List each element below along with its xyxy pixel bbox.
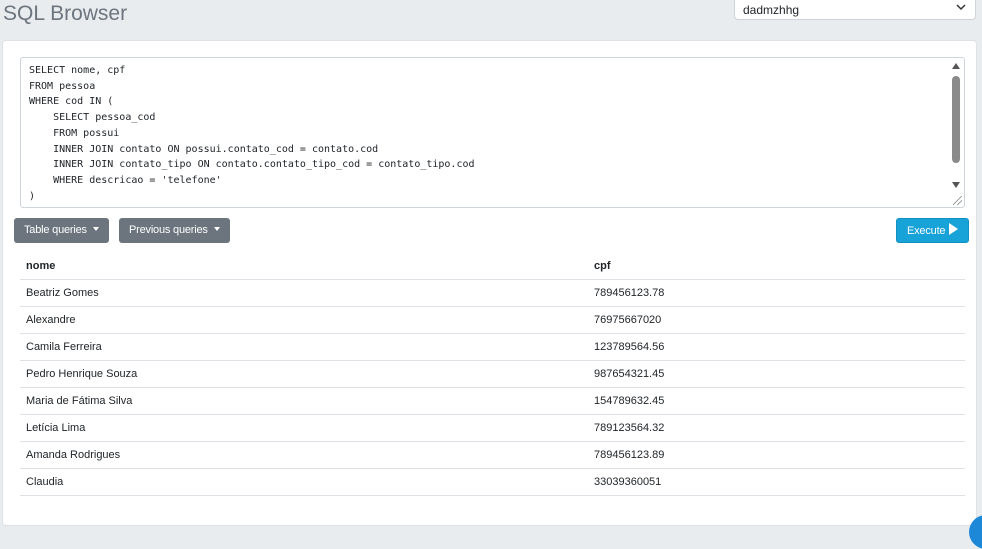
table-header-row: nome cpf	[20, 253, 965, 280]
scroll-up-icon[interactable]	[952, 63, 960, 69]
execute-button[interactable]: Execute	[896, 218, 970, 243]
table-row: Beatriz Gomes 789456123.78	[20, 279, 965, 307]
caret-down-icon	[92, 227, 99, 231]
cell-cpf: 789456123.89	[588, 441, 965, 469]
page-title: SQL Browser	[3, 2, 128, 25]
cell-cpf: 76975667020	[588, 306, 965, 334]
cell-nome: Alexandre	[20, 306, 588, 334]
table-row: Amanda Rodrigues 789456123.89	[20, 441, 965, 469]
sql-query-text[interactable]: SELECT nome, cpf FROM pessoa WHERE cod I…	[21, 58, 964, 204]
table-queries-label: Table queries	[24, 224, 87, 236]
main-card: SELECT nome, cpf FROM pessoa WHERE cod I…	[2, 40, 977, 526]
cell-cpf: 123789564.56	[588, 333, 965, 361]
database-select-value: dadmzhhg	[743, 3, 800, 17]
cell-nome: Camila Ferreira	[20, 333, 588, 361]
table-row: Maria de Fátima Silva 154789632.45	[20, 387, 965, 415]
column-header-cpf: cpf	[588, 253, 965, 280]
cell-nome: Amanda Rodrigues	[20, 441, 588, 469]
previous-queries-button[interactable]: Previous queries	[119, 218, 230, 243]
column-header-nome: nome	[20, 253, 588, 280]
cell-nome: Letícia Lima	[20, 414, 588, 442]
table-queries-button[interactable]: Table queries	[14, 218, 109, 243]
play-icon	[949, 223, 959, 235]
table-row: Pedro Henrique Souza 987654321.45	[20, 360, 965, 388]
cell-cpf: 789123564.32	[588, 414, 965, 442]
execute-label: Execute	[907, 225, 946, 237]
cell-nome: Beatriz Gomes	[20, 279, 588, 307]
cell-cpf: 154789632.45	[588, 387, 965, 415]
caret-down-icon	[213, 227, 220, 231]
cell-nome: Maria de Fátima Silva	[20, 387, 588, 415]
cell-nome: Claudia	[20, 468, 588, 496]
cell-cpf: 33039360051	[588, 468, 965, 496]
cell-nome: Pedro Henrique Souza	[20, 360, 588, 388]
scroll-thumb[interactable]	[952, 76, 960, 163]
table-row: Camila Ferreira 123789564.56	[20, 333, 965, 361]
editor-scrollbar[interactable]	[950, 60, 962, 188]
scroll-down-icon[interactable]	[952, 182, 960, 188]
table-row: Claudia 33039360051	[20, 468, 965, 496]
sql-editor[interactable]: SELECT nome, cpf FROM pessoa WHERE cod I…	[20, 57, 965, 208]
previous-queries-label: Previous queries	[129, 224, 208, 236]
table-row: Alexandre 76975667020	[20, 306, 965, 334]
results-table: nome cpf Beatriz Gomes 789456123.78 Alex…	[20, 253, 965, 496]
database-select[interactable]: dadmzhhg	[734, 0, 976, 20]
cell-cpf: 789456123.78	[588, 279, 965, 307]
cell-cpf: 987654321.45	[588, 360, 965, 388]
table-row: Letícia Lima 789123564.32	[20, 414, 965, 442]
resize-handle-icon[interactable]	[953, 196, 962, 205]
chevron-down-icon	[956, 4, 966, 11]
